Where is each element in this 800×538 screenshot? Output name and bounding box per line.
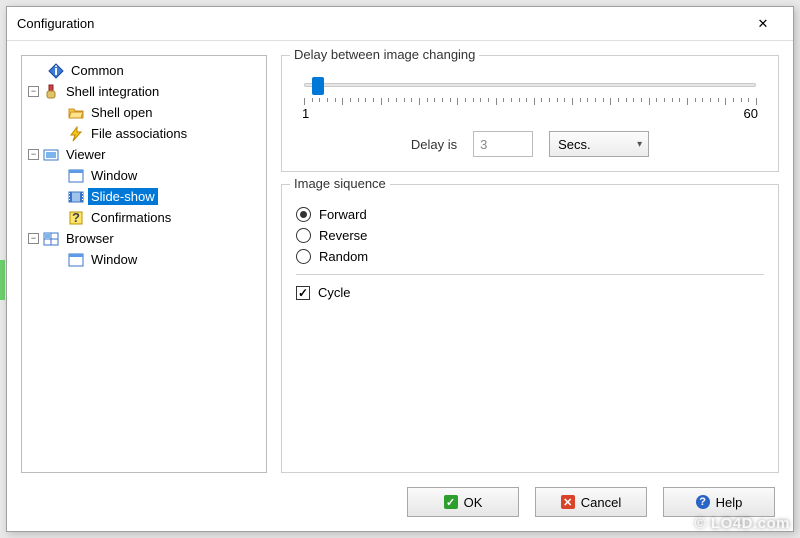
radio-icon — [296, 249, 311, 264]
lightning-icon — [68, 126, 84, 142]
cancel-button[interactable]: ✕ Cancel — [535, 487, 647, 517]
tree-label: Window — [88, 251, 140, 268]
ok-button[interactable]: ✓ OK — [407, 487, 519, 517]
radio-label: Forward — [319, 207, 367, 222]
button-label: Cancel — [581, 495, 621, 510]
delay-input[interactable] — [473, 131, 533, 157]
help-button[interactable]: ? Help — [663, 487, 775, 517]
tree-item-shell-integration[interactable]: − Shell integration — [24, 81, 264, 102]
tree-item-viewer[interactable]: − Viewer — [24, 144, 264, 165]
tree-item-confirmations[interactable]: ? Confirmations — [24, 207, 264, 228]
delay-label: Delay is — [411, 137, 457, 152]
question-icon: ? — [68, 210, 84, 226]
tree-label: Window — [88, 167, 140, 184]
titlebar: Configuration ✕ — [7, 7, 793, 41]
window-icon — [68, 168, 84, 184]
delay-group-title: Delay between image changing — [290, 47, 479, 62]
tree-item-browser-window[interactable]: Window — [24, 249, 264, 270]
tree-label: Shell open — [88, 104, 155, 121]
folder-open-icon — [68, 105, 84, 121]
radio-label: Reverse — [319, 228, 367, 243]
radio-forward[interactable]: Forward — [296, 207, 764, 222]
delay-unit-value: Secs. — [558, 137, 591, 152]
collapse-icon[interactable]: − — [28, 149, 39, 160]
slider-thumb[interactable] — [312, 77, 324, 95]
button-label: Help — [716, 495, 743, 510]
checkbox-icon — [296, 286, 310, 300]
background-accent — [0, 260, 5, 300]
settings-panel: Delay between image changing 1 60 Delay … — [281, 55, 779, 473]
configuration-dialog: Configuration ✕ i Common − Shell integra… — [6, 6, 794, 532]
button-label: OK — [464, 495, 483, 510]
collapse-icon[interactable]: − — [28, 233, 39, 244]
radio-label: Random — [319, 249, 368, 264]
tree-label: File associations — [88, 125, 190, 142]
help-icon: ? — [696, 495, 710, 509]
config-tree[interactable]: i Common − Shell integration Shell open — [24, 60, 264, 270]
browser-icon — [43, 231, 59, 247]
close-button[interactable]: ✕ — [743, 10, 783, 38]
tree-item-browser[interactable]: − Browser — [24, 228, 264, 249]
shell-icon — [43, 84, 59, 100]
slider-min: 1 — [302, 106, 309, 121]
main-row: i Common − Shell integration Shell open — [21, 55, 779, 473]
divider — [296, 274, 764, 275]
film-icon — [68, 189, 84, 205]
radio-reverse[interactable]: Reverse — [296, 228, 764, 243]
radio-icon — [296, 207, 311, 222]
slider-ticks — [304, 98, 756, 106]
tree-item-viewer-window[interactable]: Window — [24, 165, 264, 186]
delay-group: Delay between image changing 1 60 Delay … — [281, 55, 779, 172]
tree-label: Browser — [63, 230, 117, 247]
tree-item-file-associations[interactable]: File associations — [24, 123, 264, 144]
viewer-icon — [43, 147, 59, 163]
tree-label: Slide-show — [88, 188, 158, 205]
slider-range-labels: 1 60 — [302, 106, 758, 121]
cycle-checkbox[interactable]: Cycle — [296, 285, 764, 300]
ok-icon: ✓ — [444, 495, 458, 509]
diamond-icon: i — [48, 63, 64, 79]
sequence-group-title: Image siquence — [290, 176, 390, 191]
svg-text:i: i — [54, 63, 58, 78]
tree-item-shell-open[interactable]: Shell open — [24, 102, 264, 123]
svg-text:?: ? — [72, 210, 80, 225]
tree-item-slide-show[interactable]: Slide-show — [24, 186, 264, 207]
radio-icon — [296, 228, 311, 243]
slider-track — [304, 83, 756, 87]
checkbox-label: Cycle — [318, 285, 351, 300]
dialog-content: i Common − Shell integration Shell open — [7, 41, 793, 531]
tree-label: Confirmations — [88, 209, 174, 226]
collapse-icon[interactable]: − — [28, 86, 39, 97]
dialog-buttons: ✓ OK ✕ Cancel ? Help — [21, 487, 779, 517]
window-icon — [68, 252, 84, 268]
tree-item-common[interactable]: i Common — [24, 60, 264, 81]
slider-max: 60 — [744, 106, 758, 121]
tree-label: Shell integration — [63, 83, 162, 100]
delay-value-row: Delay is Secs. — [296, 131, 764, 157]
tree-label: Viewer — [63, 146, 109, 163]
tree-panel: i Common − Shell integration Shell open — [21, 55, 267, 473]
sequence-group: Image siquence Forward Reverse Random — [281, 184, 779, 473]
cancel-icon: ✕ — [561, 495, 575, 509]
delay-slider[interactable] — [304, 76, 756, 96]
close-icon: ✕ — [758, 16, 769, 32]
radio-random[interactable]: Random — [296, 249, 764, 264]
window-title: Configuration — [17, 16, 743, 31]
tree-label: Common — [68, 62, 127, 79]
delay-unit-combo[interactable]: Secs. — [549, 131, 649, 157]
